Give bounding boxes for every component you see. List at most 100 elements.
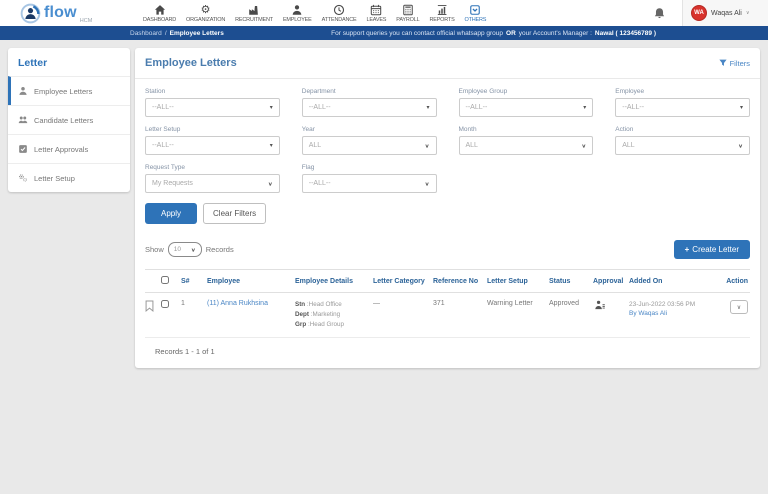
row-checkbox[interactable] [161,300,169,308]
breadcrumb: Dashboard / Employee Letters [130,30,224,37]
filter-employee-group: Employee Group --ALL-- ▾ [458,88,594,117]
station-select[interactable]: --ALL-- ▾ [145,98,280,117]
app-logo[interactable]: flow HCM [0,0,138,26]
caret-down-icon: ▾ [583,105,587,111]
calendar-icon [371,4,382,15]
employee-letters-panel: Employee Letters Filters Station --ALL--… [135,48,760,369]
chevron-down-icon: ∨ [581,143,587,149]
bar-chart-icon [437,4,447,15]
sidebar-item-employee-letters[interactable]: Employee Letters [8,76,130,105]
filter-request-type: Request Type My Requests ∨ [145,164,280,193]
user-avatar: WA [691,5,707,21]
added-on: 23-Jun-2022 03:56 PM By Waqas Ali [629,301,696,317]
apply-button[interactable]: Apply [145,203,198,224]
panel-header: Employee Letters Filters [135,48,760,79]
chevron-down-icon: ∨ [745,10,750,16]
flag-select[interactable]: --ALL-- ∨ [301,174,437,193]
create-letter-button[interactable]: + Create Letter [673,240,750,259]
sidebar-item-letter-setup[interactable]: Letter Setup [8,163,130,192]
letter-setup-select[interactable]: --ALL-- ▾ [145,136,280,155]
top-navbar: flow HCM DASHBOARD ⚙ ORGANIZATION RECRUI… [0,0,768,26]
filter-department: Department --ALL-- ▾ [301,88,437,117]
others-box-icon [470,4,481,15]
employee-group-select[interactable]: --ALL-- ▾ [458,98,594,117]
letter-category: — [373,300,380,307]
row-action-button[interactable]: ∨ [730,300,748,314]
breadcrumb-dashboard[interactable]: Dashboard [130,30,162,37]
breadcrumb-separator: / [164,29,167,37]
nav-recruitment[interactable]: RECRUITMENT [230,0,278,26]
check-square-icon [19,145,27,153]
user-menu[interactable]: WA Waqas Ali ∨ [682,0,768,26]
letter-setup-value: Warning Letter [487,300,533,307]
department-select[interactable]: --ALL-- ▾ [301,98,437,117]
letter-sidebar: Letter Employee Letters Candidate Letter… [8,48,130,192]
chevron-down-icon: ∨ [424,143,430,149]
caret-down-icon: ▾ [426,105,430,111]
page-title: Employee Letters [145,57,237,69]
calculator-icon [403,4,413,15]
support-notice: For support queries you can contact offi… [331,29,656,37]
user-icon [19,87,27,95]
employee-select[interactable]: --ALL-- ▾ [615,98,750,117]
reference-no: 371 [433,300,445,307]
notifications-bell-icon[interactable] [653,7,666,20]
person-icon [292,4,302,15]
approval-hierarchy-icon[interactable] [593,300,606,311]
month-select[interactable]: ALL ∨ [458,136,594,155]
bookmark-icon[interactable] [145,300,154,312]
added-by-link[interactable]: By Waqas Ali [629,310,667,317]
action-select[interactable]: ALL ∨ [615,136,750,155]
plus-icon: + [684,245,690,254]
breadcrumb-current: Employee Letters [169,29,224,37]
clock-icon [333,4,345,15]
main-nav: DASHBOARD ⚙ ORGANIZATION RECRUITMENT EMP… [138,0,491,26]
status-value: Approved [549,300,579,307]
home-icon [154,4,165,15]
table-row: 1 (11) Anna Rukhsina Stn :Head Office De… [145,293,750,339]
clear-filters-button[interactable]: Clear Filters [203,203,267,224]
nav-payroll[interactable]: PAYROLL [391,0,424,26]
employee-link[interactable]: (11) Anna Rukhsina [207,300,268,307]
employee-details: Stn :Head Office Dept :Marketing Grp :He… [295,301,345,328]
records-count: Records 1 - 1 of 1 [155,347,215,357]
nav-attendance[interactable]: ATTENDANCE [317,0,362,26]
brand-suffix: HCM [79,18,93,24]
topbar-right: WA Waqas Ali ∨ [653,0,768,26]
cogs-icon [19,174,27,182]
caret-down-icon: ▾ [739,105,743,111]
letters-table: S# Employee Employee Details Letter Cate… [145,269,750,368]
caret-down-icon: ▾ [269,105,273,111]
page-size-select[interactable]: 10 ∨ [167,242,202,257]
nav-leaves[interactable]: LEAVES [361,0,391,26]
records-label: Records [205,245,234,254]
page-body: Letter Employee Letters Candidate Letter… [0,40,768,369]
breadcrumb-bar: Dashboard / Employee Letters For support… [0,26,768,40]
user-name: Waqas Ali [711,9,742,17]
serial-number: 1 [181,300,185,307]
table-header: S# Employee Employee Details Letter Cate… [145,269,750,293]
filters-toggle[interactable]: Filters [718,59,750,68]
filter-flag: Flag --ALL-- ∨ [301,164,437,193]
request-type-select[interactable]: My Requests ∨ [145,174,280,193]
nav-organization[interactable]: ⚙ ORGANIZATION [181,0,230,26]
filter-actions: Apply Clear Filters [135,193,760,224]
chevron-down-icon: ∨ [191,247,196,253]
chevron-down-icon: ∨ [736,304,742,311]
filters-grid: Station --ALL-- ▾ Department --ALL-- ▾ Emp… [135,79,760,193]
nav-dashboard[interactable]: DASHBOARD [138,0,181,26]
filter-action: Action ALL ∨ [615,126,750,155]
sidebar-item-candidate-letters[interactable]: Candidate Letters [8,105,130,134]
filter-month: Month ALL ∨ [458,126,594,155]
filter-station: Station --ALL-- ▾ [145,88,280,117]
gear-icon: ⚙ [200,3,211,16]
select-all-checkbox[interactable] [161,276,169,284]
year-select[interactable]: ALL ∨ [301,136,437,155]
nav-others[interactable]: OTHERS [460,0,492,26]
filter-letter-setup: Letter Setup --ALL-- ▾ [145,126,280,155]
sidebar-item-letter-approvals[interactable]: Letter Approvals [8,134,130,163]
nav-reports[interactable]: REPORTS [424,0,459,26]
chevron-down-icon: ∨ [424,181,430,187]
users-icon [18,116,28,124]
nav-employee[interactable]: EMPLOYEE [278,0,317,26]
